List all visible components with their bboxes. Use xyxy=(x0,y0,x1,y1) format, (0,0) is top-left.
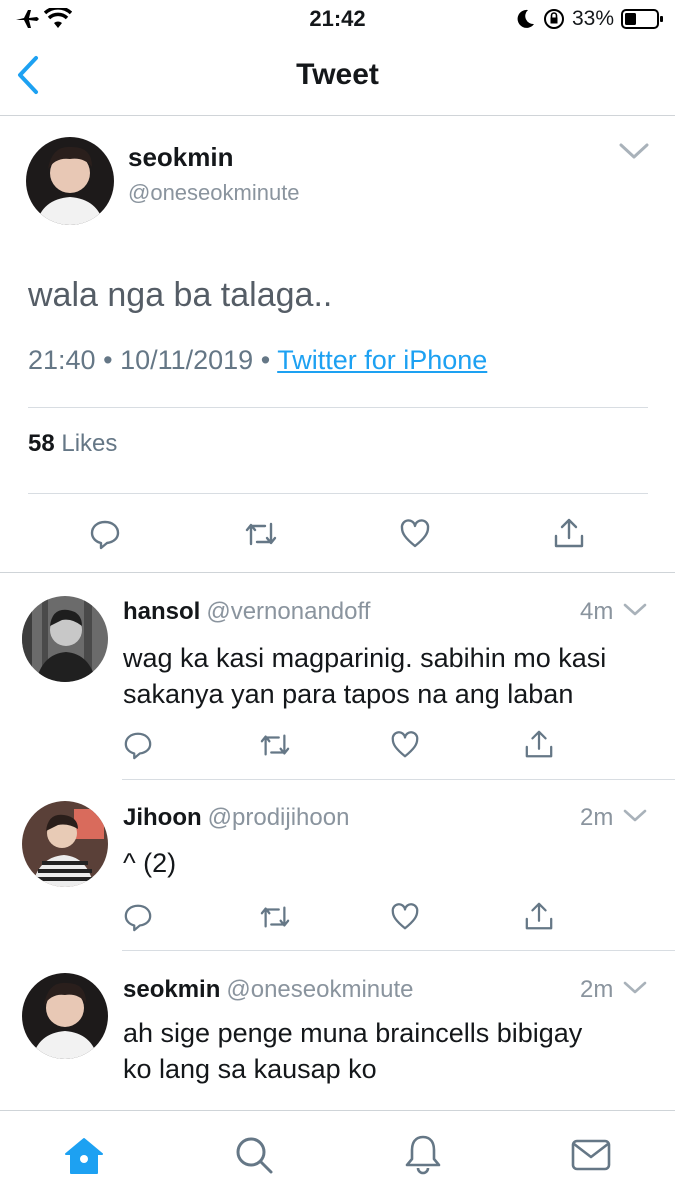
retweet-icon[interactable] xyxy=(243,518,279,550)
tweet-time: 21:40 xyxy=(28,345,96,375)
reply-author-name: Jihoon xyxy=(123,804,202,831)
reply-text-line: wag ka kasi magparinig. sabihin mo kasi xyxy=(123,643,607,673)
like-icon[interactable] xyxy=(390,730,420,760)
messages-icon xyxy=(571,1139,611,1171)
reply-author-handle: @oneseokminute xyxy=(226,976,414,1003)
reply-avatar[interactable] xyxy=(22,973,108,1059)
reply-icon[interactable] xyxy=(89,518,121,550)
battery-percentage: 33% xyxy=(572,7,615,30)
share-icon[interactable] xyxy=(524,900,554,932)
main-tweet-text: wala nga ba talaga.. xyxy=(28,276,333,314)
reply-author[interactable]: seokmin @oneseokminute xyxy=(123,976,414,1004)
reply-timestamp: 4m xyxy=(580,598,614,625)
orientation-lock-icon xyxy=(543,8,565,35)
reply-text-line: ah sige penge muna braincells bibigay xyxy=(123,1018,583,1048)
share-icon[interactable] xyxy=(524,728,554,760)
divider xyxy=(28,407,648,408)
tab-messages[interactable] xyxy=(571,1138,611,1177)
divider xyxy=(28,493,648,494)
reply-avatar[interactable] xyxy=(22,801,108,887)
status-bar: 21:42 33% xyxy=(0,0,675,38)
divider xyxy=(122,950,675,951)
likes-number: 58 xyxy=(28,430,55,457)
chevron-down-icon[interactable] xyxy=(622,978,648,1003)
chevron-down-icon[interactable] xyxy=(617,140,651,167)
likes-label: Likes xyxy=(61,430,118,457)
share-icon[interactable] xyxy=(553,516,585,550)
reply-timestamp: 2m xyxy=(580,976,614,1003)
like-icon[interactable] xyxy=(390,902,420,932)
tab-home[interactable] xyxy=(64,1137,104,1180)
meta-dot: • xyxy=(260,345,278,375)
main-tweet-avatar[interactable] xyxy=(26,137,114,225)
retweet-icon[interactable] xyxy=(258,730,292,760)
moon-icon xyxy=(514,8,536,35)
reply-avatar[interactable] xyxy=(22,596,108,682)
reply-text: ah sige penge muna braincells bibigay ko… xyxy=(123,1015,663,1087)
tweet-date: 10/11/2019 xyxy=(120,345,254,375)
reply-author-handle: @prodijihoon xyxy=(207,804,350,831)
reply-text: ^ (2) xyxy=(123,845,663,881)
reply-author-name: seokmin xyxy=(123,976,221,1003)
main-tweet-author-name[interactable]: seokmin xyxy=(128,142,234,173)
reply-text: wag ka kasi magparinig. sabihin mo kasi … xyxy=(123,640,663,712)
chevron-down-icon[interactable] xyxy=(622,600,648,625)
main-tweet-meta: 21:40 • 10/11/2019 • Twitter for iPhone xyxy=(28,345,487,376)
chevron-down-icon[interactable] xyxy=(622,806,648,831)
reply-icon[interactable] xyxy=(123,730,153,760)
tab-notifications[interactable] xyxy=(404,1133,442,1180)
reply-icon[interactable] xyxy=(123,902,153,932)
reply-author-name: hansol xyxy=(123,598,201,625)
main-tweet-author-handle[interactable]: @oneseokminute xyxy=(128,180,300,206)
page-title: Tweet xyxy=(296,58,379,91)
tab-bar xyxy=(0,1110,675,1201)
like-icon[interactable] xyxy=(399,518,431,550)
reply-text-line: ko lang sa kausap ko xyxy=(123,1054,377,1084)
reply-timestamp: 2m xyxy=(580,804,614,831)
tweet-source-link[interactable]: Twitter for iPhone xyxy=(277,345,487,375)
battery-icon xyxy=(621,8,665,35)
reply-text-line: sakanya yan para tapos na ang laban xyxy=(123,679,574,709)
divider xyxy=(122,779,675,780)
navigation-bar: Tweet xyxy=(0,38,675,116)
search-icon xyxy=(236,1137,273,1174)
tab-search[interactable] xyxy=(234,1135,274,1180)
retweet-icon[interactable] xyxy=(258,902,292,932)
likes-count[interactable]: 58 Likes xyxy=(28,430,117,458)
reply-author[interactable]: Jihoon @prodijihoon xyxy=(123,804,349,832)
home-icon xyxy=(65,1138,103,1174)
meta-dot: • xyxy=(103,345,121,375)
reply-author[interactable]: hansol @vernonandoff xyxy=(123,598,370,626)
reply-author-handle: @vernonandoff xyxy=(206,598,371,625)
reply-text-line: ^ (2) xyxy=(123,848,177,878)
section-separator xyxy=(0,572,675,573)
notifications-icon xyxy=(405,1135,441,1175)
